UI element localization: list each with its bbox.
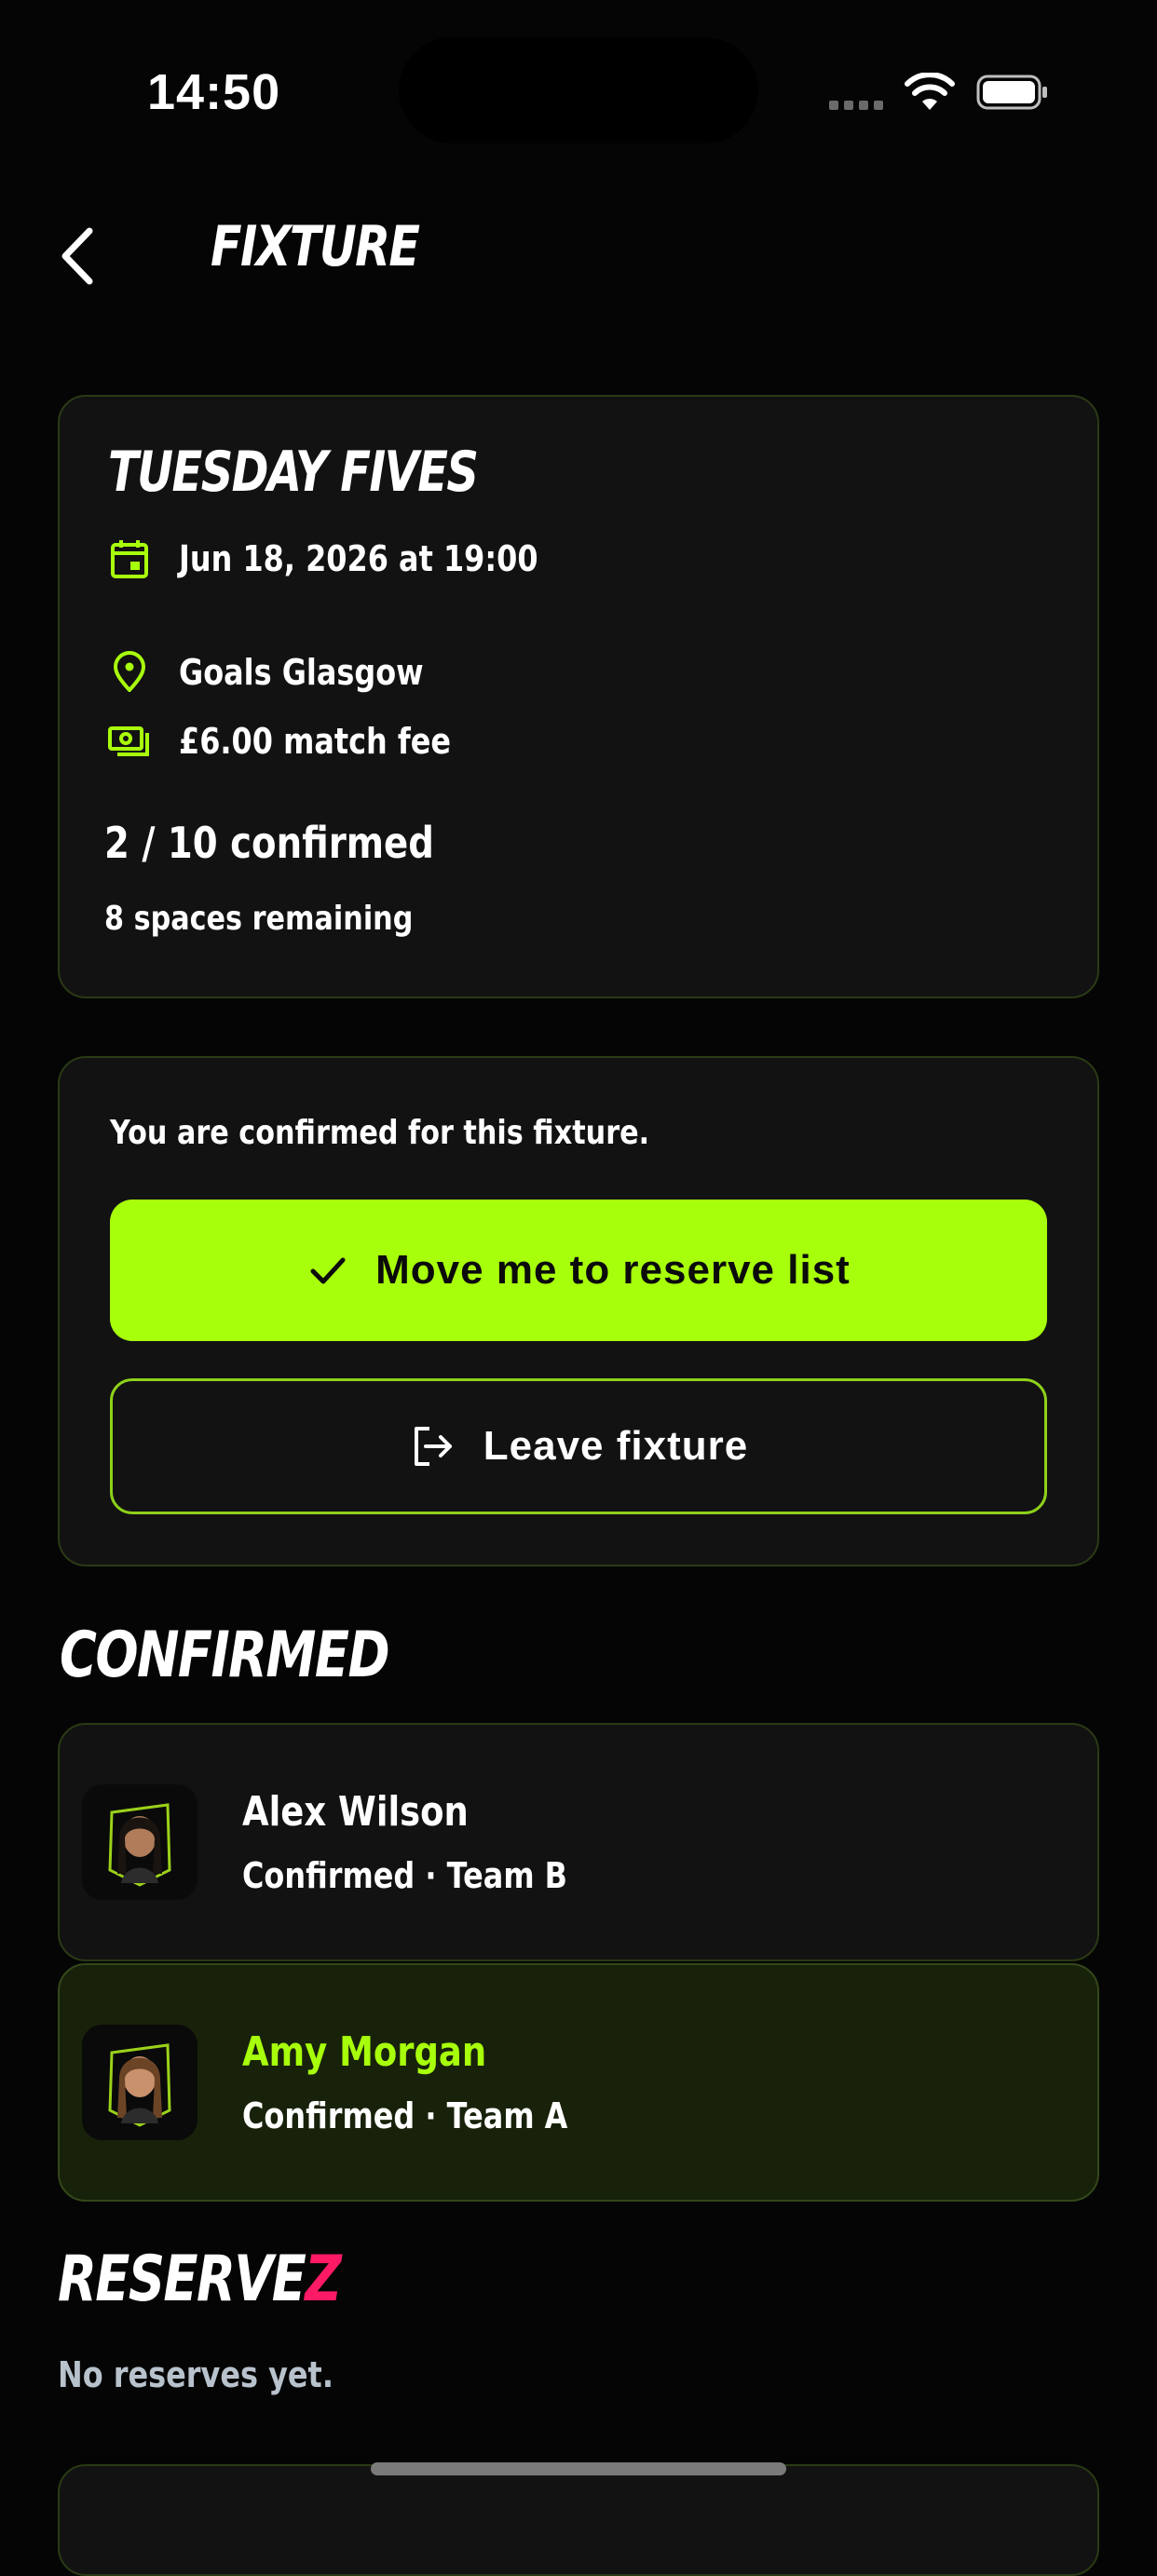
cash-icon xyxy=(108,726,149,756)
fixture-venue: Goals Glasgow xyxy=(179,652,424,693)
leave-fixture-button[interactable]: Leave fixture xyxy=(110,1378,1047,1514)
page-title: FIXTURE xyxy=(211,214,420,279)
player-status: Confirmed · Team A xyxy=(242,2095,568,2136)
chevron-left-icon[interactable] xyxy=(56,224,99,289)
home-indicator[interactable] xyxy=(371,2462,786,2475)
player-status: Confirmed · Team B xyxy=(242,1855,568,1896)
reserves-title-main: RESERVE xyxy=(58,2243,306,2316)
player-name: Amy Morgan xyxy=(242,2028,487,2076)
cellular-signal-icon xyxy=(829,101,885,110)
move-to-reserve-label: Move me to reserve list xyxy=(375,1247,851,1293)
battery-icon xyxy=(976,75,1047,110)
confirmed-section-title: CONFIRMED xyxy=(60,1619,390,1692)
attendance-status-message: You are confirmed for this fixture. xyxy=(110,1114,650,1152)
exit-icon xyxy=(414,1427,452,1466)
reserves-title-accent: Z xyxy=(305,2243,341,2316)
avatar xyxy=(82,1784,197,1900)
partial-card xyxy=(58,2464,1099,2576)
location-pin-icon xyxy=(114,651,145,692)
spaces-remaining: 8 spaces remaining xyxy=(104,900,414,938)
player-row[interactable]: Alex Wilson Confirmed · Team B xyxy=(58,1723,1099,1961)
player-name: Alex Wilson xyxy=(242,1788,469,1836)
leave-fixture-label: Leave fixture xyxy=(483,1423,749,1469)
player-row-current-user[interactable]: Amy Morgan Confirmed · Team A xyxy=(58,1963,1099,2202)
calendar-icon xyxy=(111,540,148,578)
wifi-icon xyxy=(905,73,955,110)
fixture-details-card: TUESDAY FIVES Jun 18, 2026 at 19:00 Goal… xyxy=(58,395,1099,998)
status-time: 14:50 xyxy=(147,64,281,120)
fixture-date-row: Jun 18, 2026 at 19:00 xyxy=(108,531,606,587)
fixture-datetime: Jun 18, 2026 at 19:00 xyxy=(179,538,538,579)
player-portrait-icon xyxy=(82,2025,197,2140)
no-reserves-message: No reserves yet. xyxy=(58,2354,333,2395)
fixture-name: TUESDAY FIVES xyxy=(108,440,479,505)
reserves-section-title: RESERVEZ xyxy=(58,2243,342,2316)
fixture-fee: £6.00 match fee xyxy=(179,721,452,762)
attendance-status-card: You are confirmed for this fixture. Move… xyxy=(58,1056,1099,1566)
fixture-venue-row: Goals Glasgow xyxy=(108,644,470,700)
avatar xyxy=(82,2025,197,2140)
checkmark-icon xyxy=(310,1257,346,1284)
player-portrait-icon xyxy=(82,1784,197,1900)
fixture-fee-row: £6.00 match fee xyxy=(108,713,503,769)
move-to-reserve-button[interactable]: Move me to reserve list xyxy=(110,1200,1047,1341)
dynamic-island xyxy=(399,37,758,143)
confirmed-count: 2 / 10 confirmed xyxy=(104,818,434,868)
